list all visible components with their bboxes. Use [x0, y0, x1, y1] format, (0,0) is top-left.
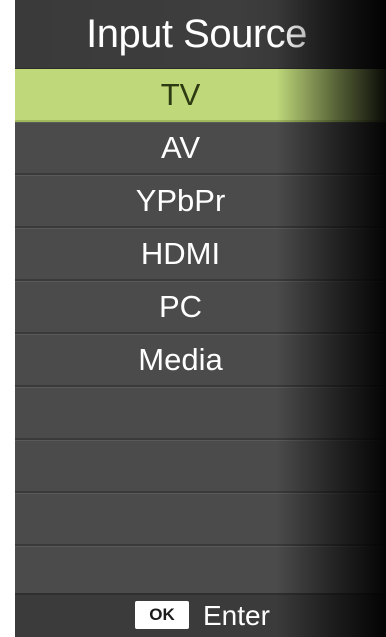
ok-key-icon: OK: [135, 601, 189, 629]
enter-label: Enter: [203, 600, 270, 631]
source-item-label: Media: [138, 342, 223, 377]
source-item-tv[interactable]: TV: [15, 69, 386, 122]
empty-row: [15, 387, 386, 440]
empty-row: [15, 440, 386, 493]
source-item-media[interactable]: Media: [15, 334, 386, 387]
source-item-label: YPbPr: [135, 183, 226, 218]
source-item-ypbpr[interactable]: YPbPr: [15, 175, 386, 228]
source-item-hdmi[interactable]: HDMI: [15, 228, 386, 281]
footer-hint: OK Enter: [15, 593, 386, 637]
source-item-av[interactable]: AV: [15, 122, 386, 175]
source-list: TV AV YPbPr HDMI PC Media: [15, 69, 386, 599]
menu-title: Input Source: [15, 0, 386, 69]
source-item-label: AV: [160, 130, 201, 165]
source-item-pc[interactable]: PC: [15, 281, 386, 334]
empty-row: [15, 546, 386, 599]
source-item-label: HDMI: [140, 236, 221, 271]
source-item-label: PC: [158, 289, 203, 324]
empty-row: [15, 493, 386, 546]
source-item-label: TV: [160, 77, 201, 112]
menu-title-label: Input Source: [86, 12, 307, 56]
input-source-menu: Input Source TV AV YPbPr HDMI PC Media O…: [15, 0, 386, 637]
